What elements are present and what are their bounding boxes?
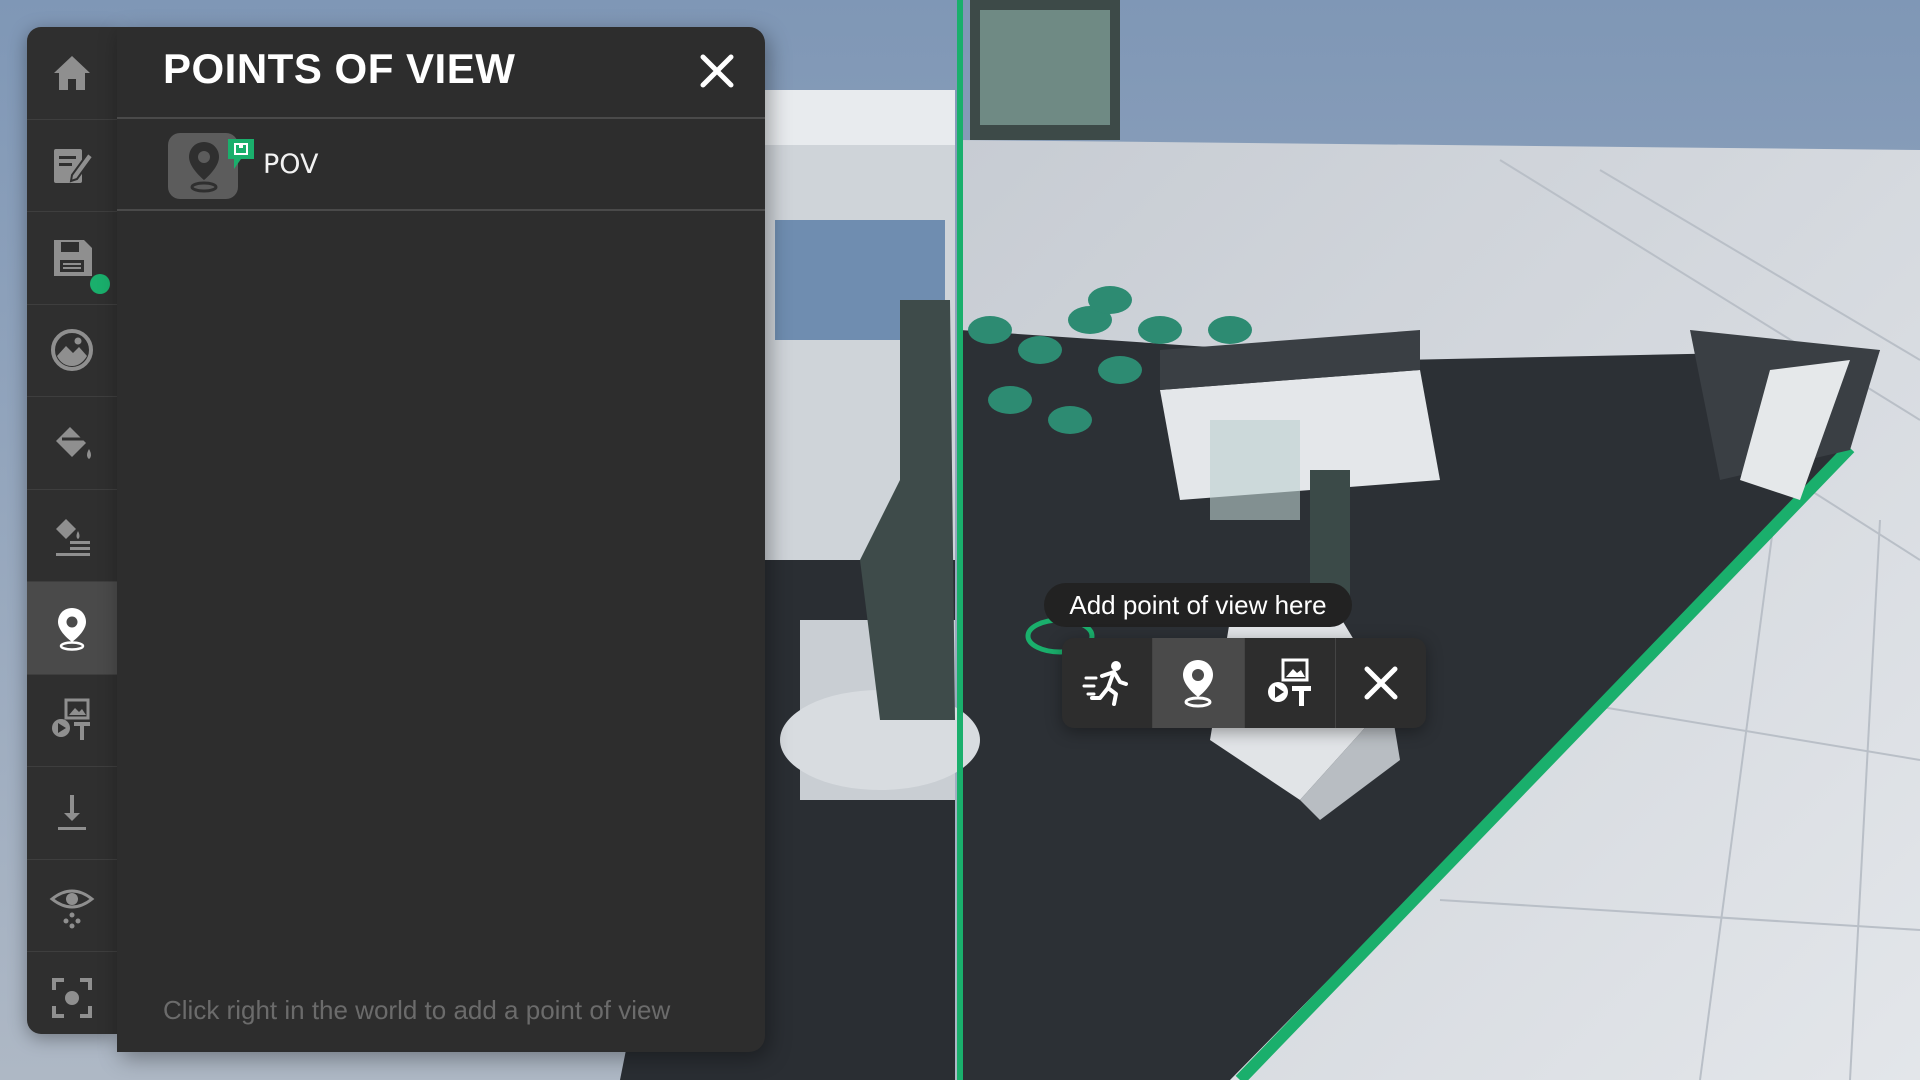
context-action-bar <box>1062 638 1426 728</box>
toolbar-download-button[interactable] <box>27 767 117 860</box>
environment-icon <box>51 329 93 372</box>
location-pin-icon <box>1183 660 1214 708</box>
media-text-icon <box>52 698 90 741</box>
home-icon <box>54 55 90 90</box>
add-media-button[interactable] <box>1245 638 1336 728</box>
save-icon <box>54 239 92 276</box>
material-layers-icon <box>56 519 90 557</box>
panel-header: POINTS OF VIEW <box>117 27 765 119</box>
close-popup-button[interactable] <box>1336 638 1426 728</box>
add-pov-button[interactable] <box>1153 638 1245 728</box>
edit-icon <box>54 149 95 184</box>
location-pin-icon <box>58 607 86 651</box>
pov-list-item[interactable]: POV <box>117 119 765 211</box>
add-pov-tooltip: Add point of view here <box>1044 583 1352 627</box>
paint-bucket-icon <box>56 426 91 459</box>
toolbar-focus-button[interactable] <box>27 952 117 1034</box>
unsaved-status-dot <box>90 273 110 294</box>
toolbar-points-of-view-button[interactable] <box>27 582 117 675</box>
walk-here-icon <box>1082 661 1129 706</box>
toolbar-materials-button[interactable] <box>27 490 117 582</box>
focus-icon <box>52 977 92 1018</box>
points-of-view-panel: POINTS OF VIEW POV Click right in the wo… <box>117 27 765 1052</box>
bookmark-badge-icon <box>228 139 254 169</box>
panel-hint-text: Click right in the world to add a point … <box>163 995 671 1025</box>
toolbar-environment-button[interactable] <box>27 305 117 397</box>
toolbar-save-button[interactable] <box>27 212 117 305</box>
walk-here-button[interactable] <box>1062 638 1154 728</box>
media-text-icon <box>1267 658 1311 706</box>
visibility-icon <box>49 889 95 929</box>
toolbar-edit-button[interactable] <box>27 120 117 212</box>
download-icon <box>58 794 86 830</box>
booth-banner <box>765 90 955 145</box>
close-icon[interactable] <box>693 47 741 95</box>
pov-thumbnail <box>168 133 254 199</box>
main-toolbar <box>27 27 117 1034</box>
panel-title: POINTS OF VIEW <box>163 45 516 92</box>
location-pin-icon <box>189 142 219 193</box>
toolbar-media-button[interactable] <box>27 675 117 767</box>
split-divider <box>957 0 963 1080</box>
pov-item-label: POV <box>263 149 319 180</box>
toolbar-paint-button[interactable] <box>27 397 117 490</box>
toolbar-home-button[interactable] <box>27 27 117 120</box>
toolbar-visibility-button[interactable] <box>27 860 117 952</box>
close-icon <box>1364 666 1398 700</box>
